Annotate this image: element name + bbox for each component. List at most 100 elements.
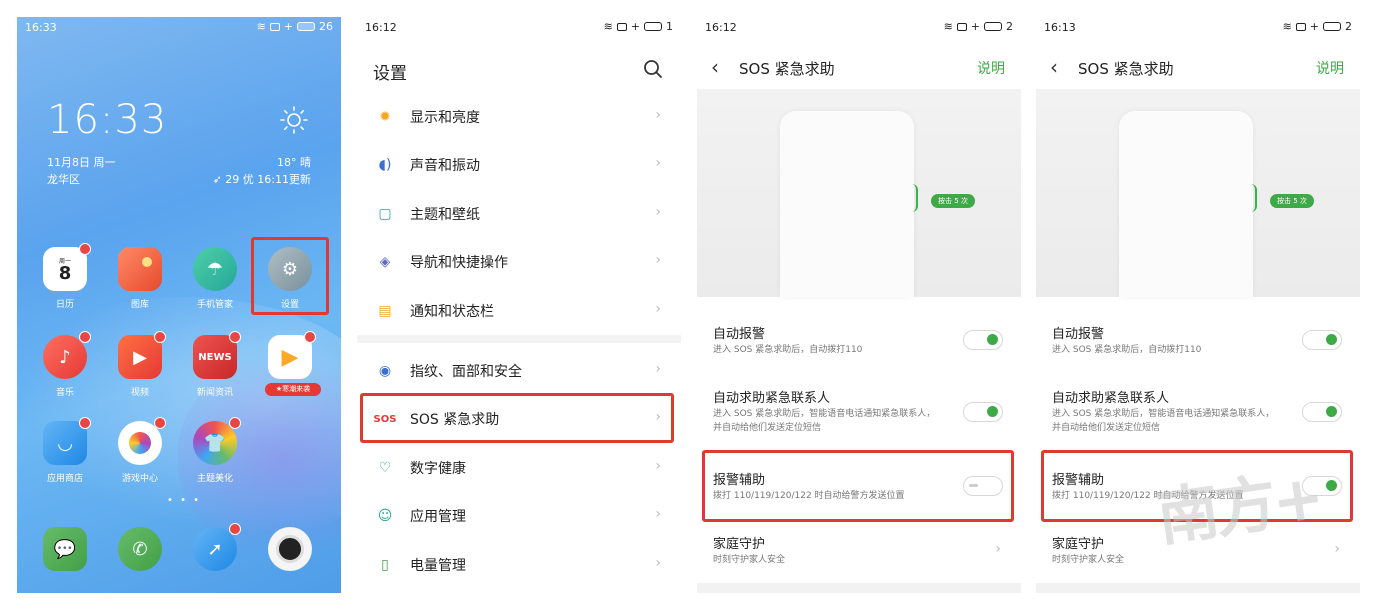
page-indicator: • • • [167,495,202,506]
page-title: 设置 [373,64,407,84]
auto-contact-toggle[interactable] [1302,402,1342,422]
settings-item-apps[interactable]: ☺ 应用管理 › [357,492,681,540]
side-key-indicator [912,184,918,212]
settings-item-wellbeing[interactable]: ♡ 数字健康 › [357,444,681,492]
dock-browser[interactable]: ➚ [185,523,245,577]
wifi-icon: ≋ [603,20,613,33]
dock-messages[interactable]: 💬 [35,527,95,577]
press-count-tag: 按击 5 次 [931,194,975,208]
sos-illustration: 按击 5 次 [697,89,1021,297]
back-arrow-icon[interactable]: ‹ [1050,55,1058,79]
dock-camera[interactable] [260,527,320,577]
auto-alarm-toggle[interactable] [1302,330,1342,350]
app-video[interactable]: ▶ 视频 [110,331,170,398]
app-phone-manager[interactable]: ☂ 手机管家 [185,247,245,310]
app-game-center[interactable]: 游戏中心 [110,417,170,484]
calendar-icon: 周一 8 [43,243,91,291]
chevron-right-icon: › [1334,541,1340,557]
sun-icon [280,106,308,134]
sos-screen-before: 16:12 ≋ + 2 ‹ SOS 紧急求助 说明 按击 5 次 自动报警 进入… [697,17,1021,593]
app-theme[interactable]: 👕 主题美化 [185,417,245,484]
settings-item-label: 应用管理 [410,509,466,525]
app-calendar[interactable]: 周一 8 日历 [35,243,95,310]
notification-dot [229,523,241,535]
help-link[interactable]: 说明 [1316,58,1344,78]
play-triangle-icon: ▶ [268,331,316,379]
app-store[interactable]: ◡ 应用商店 [35,417,95,484]
phone-icon: ✆ [118,527,162,571]
fingerprint-icon: ◉ [378,363,392,379]
bottom-spacer [697,583,1021,593]
navigation-icon: ◈ [379,254,391,270]
theme-icon: ▢ [378,206,392,222]
charging-icon: + [630,20,640,33]
game-icon [118,417,166,465]
notification-dot [229,331,241,343]
status-time: 16:12 [365,21,397,34]
wifi-icon: ≋ [1282,20,1292,33]
option-description: 进入 SOS 紧急求助后，智能语音电话通知紧急联系人，并自动给他们发送定位短信 [1052,409,1275,433]
settings-item-theme[interactable]: ▢ 主题和壁纸 › [357,190,681,238]
notification-dot [79,417,91,429]
status-icons: ≋ + 2 [944,20,1013,33]
app-label: 视频 [130,388,149,398]
auto-alarm-toggle[interactable] [963,330,1003,350]
option-description: 进入 SOS 紧急求助后，智能语音电话通知紧急联系人，并自动给他们发送定位短信 [713,409,936,433]
sos-illustration: 按击 5 次 [1036,89,1360,297]
app-music[interactable]: ♪ 音乐 [35,331,95,398]
screen-icon [269,22,280,31]
settings-item-sound[interactable]: ◖) 声音和振动 › [357,141,681,189]
apps-icon: ☺ [377,508,393,524]
chevron-right-icon: › [995,541,1001,557]
clock-widget[interactable]: 16:33 [47,97,167,143]
app-news[interactable]: NEWS 新闻资讯 [185,331,245,398]
app-gallery[interactable]: 图库 [110,247,170,310]
battery-level: 26 [319,20,333,33]
speaker-icon: ◖) [378,157,392,173]
bottom-spacer [1036,583,1360,593]
leaf-icon: ➶ [212,173,226,186]
date-label: 11月8日 周一 [47,156,116,169]
status-icons: ≋ + 1 [604,20,673,33]
alarm-assist-toggle[interactable] [963,476,1003,496]
status-bar: 16:13 ≋ + 2 [1036,17,1360,39]
chevron-right-icon: › [655,506,661,522]
app-label: 主题美化 [196,474,233,484]
compass-icon: ➚ [193,523,241,571]
calendar-day-number: 8 [58,262,72,284]
charging-icon: + [283,20,293,33]
screen-icon [616,22,627,31]
settings-item-notifications[interactable]: ▤ 通知和状态栏 › [357,287,681,335]
help-link[interactable]: 说明 [977,58,1005,78]
aqi-label: ➶ 29 优 16:11更新 [213,171,311,187]
umbrella-icon: ☂ [193,247,237,291]
settings-item-label: 数字健康 [410,461,466,477]
settings-item-navigation[interactable]: ◈ 导航和快捷操作 › [357,238,681,286]
press-count-tag: 按击 5 次 [1270,194,1314,208]
settings-item-label: 声音和振动 [410,158,480,174]
chevron-right-icon: › [655,204,661,220]
settings-item-security[interactable]: ◉ 指纹、面部和安全 › [357,347,681,395]
app-label: 新闻资讯 [196,388,233,398]
app-label: 应用商店 [46,474,83,484]
notification-dot [304,331,316,343]
news-icon-text: NEWS [198,351,232,363]
section-divider [357,335,681,343]
notification-dot [79,331,91,343]
charging-icon: + [1309,20,1319,33]
dock-phone[interactable]: ✆ [110,527,170,577]
search-icon[interactable] [643,59,663,79]
settings-item-label: 主题和壁纸 [410,207,480,223]
back-arrow-icon[interactable]: ‹ [711,55,719,79]
status-time: 16:12 [705,21,737,34]
settings-item-display[interactable]: ✹ 显示和亮度 › [357,93,681,141]
settings-item-battery[interactable]: ▯ 电量管理 › [357,541,681,589]
page-title: SOS 紧急求助 [1078,60,1174,78]
wifi-icon: ≋ [943,20,953,33]
battery-icon [1323,22,1341,31]
notification-dot [154,331,166,343]
promo-badge: ★寒潮来袭 [265,383,321,396]
auto-contact-toggle[interactable] [963,402,1003,422]
app-video-promo[interactable]: ▶ [260,331,320,385]
temperature-label: 18° 晴 [277,156,311,169]
